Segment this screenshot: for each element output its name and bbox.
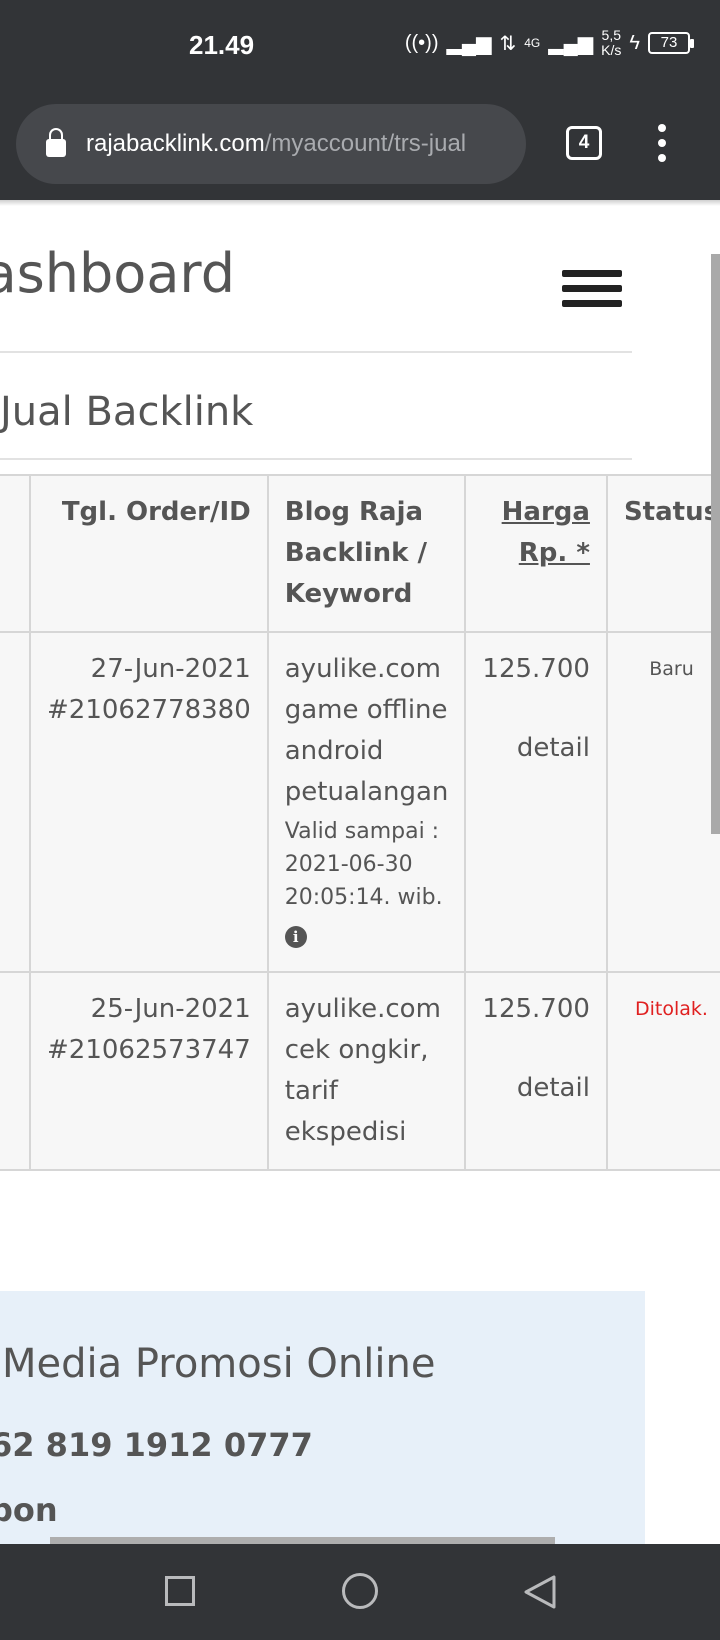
table-row: 27-Jun-2021 #21062778380 ayulike.com gam… (0, 631, 720, 973)
vertical-scrollbar[interactable] (711, 254, 720, 834)
signal-icon: ▂▄▆ (446, 32, 492, 55)
header-price[interactable]: Harga Rp. * (464, 474, 608, 633)
header-blog-keyword: Blog Raja Backlink / Keyword (266, 474, 467, 633)
page-title: Dashboard (0, 242, 235, 305)
info-icon[interactable]: i (284, 926, 307, 948)
signal-icon-2: ▂▄▆ (548, 32, 594, 55)
header-order-date: Tgl. Order/ID (29, 474, 269, 633)
network-speed: 5,5 K/s (601, 28, 621, 58)
table-row: 25-Jun-2021 #21062573747 ayulike.com cek… (0, 971, 720, 1171)
orders-table: Tgl. Order/ID Blog Raja Backlink / Keywo… (0, 474, 720, 1171)
speed-unit: K/s (601, 42, 622, 58)
order-date-cell: 25-Jun-2021 #21062573747 (29, 971, 269, 1171)
table-header-row: Tgl. Order/ID Blog Raja Backlink / Keywo… (0, 474, 720, 633)
url-text[interactable]: rajabacklink.com/myaccount/trs-jual (86, 130, 466, 158)
price-cell: 125.700 detail (464, 971, 608, 1171)
keyword: game offline android petualangan (284, 695, 449, 807)
divider (0, 458, 632, 460)
battery-icon: 73 (648, 32, 694, 54)
data-transfer-icon: ⇅ (499, 32, 517, 55)
page-content: Dashboard Jual Backlink Tgl. Order/ID Bl… (0, 206, 720, 1544)
url-host: rajabacklink.com (86, 130, 265, 157)
row-cell-hidden (0, 971, 31, 1171)
hamburger-line (562, 285, 622, 292)
lock-icon (46, 128, 66, 157)
row-cell-hidden (0, 631, 31, 973)
network-type-label: 4G (524, 36, 541, 50)
price-cell: 125.700 detail (464, 631, 608, 973)
divider (0, 351, 632, 353)
detail-link[interactable]: detail (482, 728, 590, 769)
back-icon[interactable] (520, 1572, 560, 1612)
order-date: 27-Jun-2021 (90, 654, 251, 684)
blog-name: ayulike.com (284, 994, 441, 1024)
detail-link[interactable]: detail (482, 1068, 590, 1109)
clock: 21.49 (189, 30, 255, 60)
sort-price-link[interactable]: Harga Rp. * (502, 497, 590, 568)
browser-toolbar: rajabacklink.com/myaccount/trs-jual 4 (0, 88, 720, 200)
promo-extra-text: bon (0, 1491, 58, 1529)
promo-footer: Media Promosi Online 62 819 1912 0777 bo… (0, 1291, 645, 1544)
price: 125.700 (482, 654, 590, 684)
browser-menu-button[interactable] (652, 124, 672, 164)
menu-dot-icon (658, 139, 666, 147)
menu-dot-icon (658, 124, 666, 132)
hamburger-line (562, 270, 622, 277)
blog-name: ayulike.com (284, 654, 441, 684)
blog-keyword-cell: ayulike.com cek ongkir, tarif ekspedisi (266, 971, 467, 1171)
recents-icon[interactable] (165, 1576, 195, 1606)
order-date: 25-Jun-2021 (90, 994, 251, 1024)
keyword: cek ongkir, tarif ekspedisi (284, 1035, 429, 1147)
tab-switcher-button[interactable]: 4 (566, 126, 602, 160)
address-bar[interactable]: rajabacklink.com/myaccount/trs-jual (16, 104, 526, 184)
status-badge: Baru (649, 658, 694, 680)
price: 125.700 (482, 994, 590, 1024)
order-id: #21062778380 (47, 695, 251, 725)
blog-keyword-cell: ayulike.com game offline android petuala… (266, 631, 467, 973)
charging-icon: ϟ (629, 31, 640, 54)
speed-value: 5,5 (601, 27, 622, 43)
promo-title: Media Promosi Online (2, 1341, 436, 1387)
url-path: /myaccount/trs-jual (264, 130, 467, 157)
promo-phone[interactable]: 62 819 1912 0777 (0, 1426, 313, 1464)
status-cell: Ditolak. (605, 971, 720, 1171)
hamburger-line (562, 300, 622, 307)
header-status: Status (605, 474, 720, 633)
valid-until: Valid sampai : 2021-06-30 20:05:14. wib. (284, 819, 443, 910)
hamburger-menu-icon[interactable] (562, 270, 622, 310)
home-icon[interactable] (342, 1573, 378, 1609)
header-cell-hidden (0, 474, 31, 633)
menu-dot-icon (658, 154, 666, 162)
status-bar: 21.49 ((•)) ▂▄▆ ⇅ 4G ▂▄▆ 5,5 K/s ϟ 73 (0, 0, 720, 88)
section-title: Jual Backlink (0, 389, 254, 435)
horizontal-scrollbar[interactable] (50, 1537, 555, 1544)
order-date-cell: 27-Jun-2021 #21062778380 (29, 631, 269, 973)
status-badge: Ditolak. (635, 998, 708, 1020)
system-nav-bar (0, 1544, 720, 1640)
hotspot-icon: ((•)) (404, 31, 439, 54)
status-icons: ((•)) ▂▄▆ ⇅ 4G ▂▄▆ 5,5 K/s ϟ 73 (404, 28, 694, 58)
status-cell: Baru (605, 631, 720, 973)
order-id: #21062573747 (47, 1035, 251, 1065)
